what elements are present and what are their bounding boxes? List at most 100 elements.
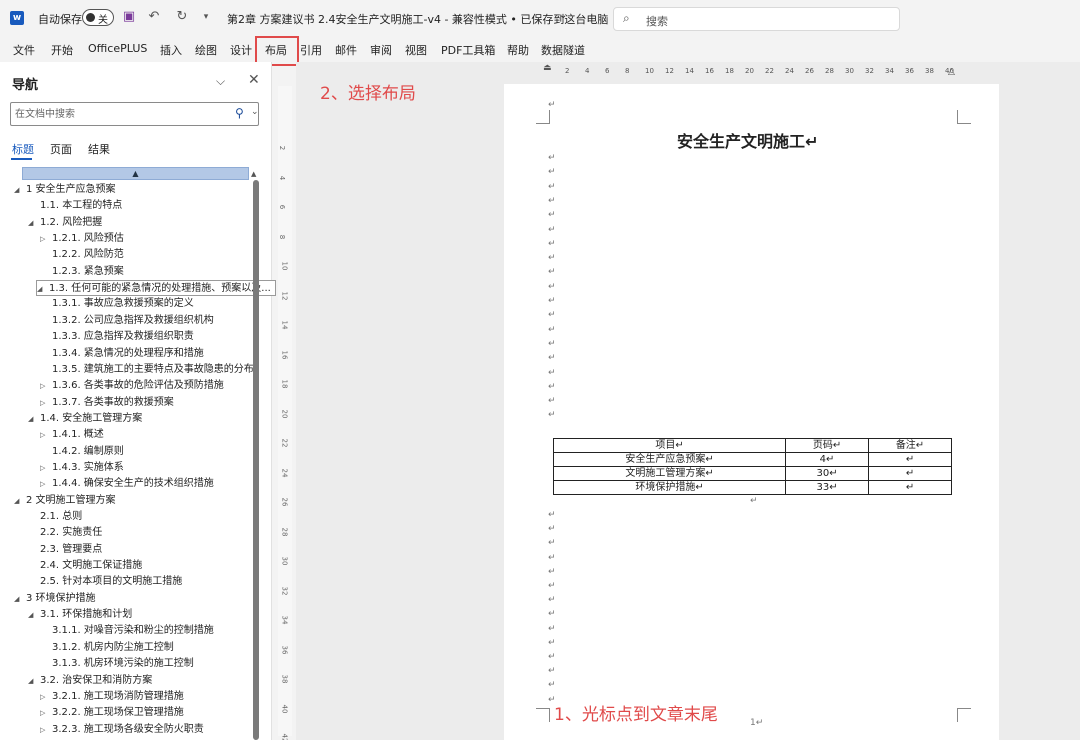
table-cell[interactable]: 环境保护措施↵ <box>552 480 787 495</box>
tab-help[interactable]: 帮助 <box>507 42 529 58</box>
expanded-arrow-icon[interactable]: ◢ <box>37 281 49 297</box>
nav-heading-item[interactable]: ◢ 3.1. 环保措施和计划 <box>28 607 132 623</box>
nav-heading-item[interactable]: ◢ 3 环境保护措施 <box>14 591 96 607</box>
table-cell[interactable]: ↵ <box>868 480 952 495</box>
collapsed-arrow-icon[interactable]: ▷ <box>40 705 52 721</box>
tab-headings[interactable]: 标题 <box>12 141 34 157</box>
document-page[interactable] <box>504 84 999 740</box>
undo-icon[interactable]: ↶ <box>146 9 162 25</box>
redo-icon[interactable]: ↻ <box>174 9 190 25</box>
nav-heading-item[interactable]: ◢ 3.2. 治安保卫和消防方案 <box>28 673 152 689</box>
nav-heading-item[interactable]: 1.2.2. 风险防范 <box>40 247 124 263</box>
collapsed-arrow-icon[interactable]: ▷ <box>40 231 52 247</box>
tab-pdf-toolbox[interactable]: PDF工具箱 <box>441 42 495 58</box>
scroll-up-icon[interactable]: ▲ <box>251 170 256 178</box>
nav-heading-item[interactable]: ▷ 3.2.3. 施工现场各级安全防火职责 <box>40 722 204 738</box>
collapse-headings-button[interactable]: ▲ <box>22 167 249 180</box>
tab-officeplus[interactable]: OfficePLUS <box>88 42 147 55</box>
search-icon[interactable]: ⚲ <box>235 106 244 120</box>
tab-view[interactable]: 视图 <box>405 42 427 58</box>
nav-heading-item[interactable]: 1.2.3. 紧急预案 <box>40 264 124 280</box>
nav-heading-item[interactable]: 1.3.5. 建筑施工的主要特点及事故隐患的分布 <box>40 362 254 378</box>
nav-heading-item[interactable]: 2.2. 实施责任 <box>28 525 102 541</box>
nav-heading-item[interactable]: ▷ 3.2.2. 施工现场保卫管理措施 <box>40 705 184 721</box>
nav-heading-item[interactable]: 1.3.4. 紧急情况的处理程序和措施 <box>40 346 204 362</box>
document-table[interactable]: 项目↵ 页码↵ 备注↵ 安全生产应急预案↵ 4↵ ↵ 文明施工管理方案↵ 30↵… <box>552 438 952 495</box>
collapsed-arrow-icon[interactable]: ▷ <box>40 476 52 492</box>
table-cell[interactable]: 30↵ <box>785 466 870 481</box>
tab-references[interactable]: 引用 <box>300 42 322 58</box>
table-cell[interactable]: 备注↵ <box>868 438 952 453</box>
expanded-arrow-icon[interactable]: ◢ <box>14 493 26 509</box>
chevron-down-icon[interactable]: ⌵ <box>216 74 225 89</box>
nav-heading-item[interactable]: ◢ 1 安全生产应急预案 <box>14 182 116 198</box>
table-cell[interactable]: 安全生产应急预案↵ <box>552 452 787 467</box>
expanded-arrow-icon[interactable]: ◢ <box>28 673 40 689</box>
nav-heading-item[interactable]: ▷ 1.3.6. 各类事故的危险评估及预防措施 <box>40 378 224 394</box>
collapsed-arrow-icon[interactable]: ▷ <box>40 689 52 705</box>
nav-heading-item[interactable]: 2.1. 总则 <box>28 509 82 525</box>
nav-heading-item[interactable]: 3.1.3. 机房环境污染的施工控制 <box>40 656 194 672</box>
tab-file[interactable]: 文件 <box>13 42 35 58</box>
tab-home[interactable]: 开始 <box>51 42 73 58</box>
nav-heading-item[interactable]: 3.1.2. 机房内防尘施工控制 <box>40 640 174 656</box>
expanded-arrow-icon[interactable]: ◢ <box>14 591 26 607</box>
close-icon[interactable]: ✕ <box>248 72 260 88</box>
expanded-arrow-icon[interactable]: ◢ <box>28 215 40 231</box>
autosave-toggle[interactable]: 关 <box>82 9 114 26</box>
nav-heading-item[interactable]: ◢ 1.3. 任何可能的紧急情况的处理措施、预案以及... <box>36 280 276 297</box>
nav-heading-item[interactable]: 2.3. 管理要点 <box>28 542 102 558</box>
nav-heading-item[interactable]: 1.3.2. 公司应急指挥及救援组织机构 <box>40 313 214 329</box>
table-cell[interactable]: 文明施工管理方案↵ <box>552 466 787 481</box>
collapsed-arrow-icon[interactable]: ▷ <box>40 722 52 738</box>
chevron-down-icon[interactable]: ⌄ <box>251 107 259 117</box>
nav-search-input[interactable] <box>15 106 225 122</box>
nav-heading-item[interactable]: ▷ 1.4.1. 概述 <box>40 427 104 443</box>
table-cell[interactable]: 4↵ <box>785 452 870 467</box>
tab-draw[interactable]: 绘图 <box>195 42 217 58</box>
collapsed-arrow-icon[interactable]: ▷ <box>40 427 52 443</box>
table-cell[interactable]: ↵ <box>868 452 952 467</box>
customize-quick-access-icon[interactable]: ▾ <box>198 9 214 25</box>
expanded-arrow-icon[interactable]: ◢ <box>14 182 26 198</box>
nav-heading-item[interactable]: ▷ 1.4.3. 实施体系 <box>40 460 124 476</box>
tab-design[interactable]: 设计 <box>230 42 252 58</box>
table-cell[interactable]: 33↵ <box>785 480 870 495</box>
nav-heading-item[interactable]: ◢ 1.2. 风险把握 <box>28 215 102 231</box>
nav-heading-item[interactable]: ▷ 3.2.1. 施工现场消防管理措施 <box>40 689 184 705</box>
nav-heading-item[interactable]: ▷ 1.4.4. 确保安全生产的技术组织措施 <box>40 476 214 492</box>
tab-review[interactable]: 审阅 <box>370 42 392 58</box>
tab-pages[interactable]: 页面 <box>50 141 72 157</box>
save-icon[interactable]: ▣ <box>121 9 137 25</box>
tab-results[interactable]: 结果 <box>88 141 110 157</box>
tab-mailings[interactable]: 邮件 <box>335 42 357 58</box>
nav-heading-item[interactable]: ▷ 1.3.7. 各类事故的救援预案 <box>40 395 174 411</box>
nav-heading-item[interactable]: 1.3.3. 应急指挥及救援组织职责 <box>40 329 194 345</box>
expanded-arrow-icon[interactable]: ◢ <box>28 411 40 427</box>
document-heading[interactable]: 安全生产文明施工↵ <box>677 128 818 152</box>
collapsed-arrow-icon[interactable]: ▷ <box>40 460 52 476</box>
chevron-down-icon[interactable]: ⌄ <box>559 10 567 21</box>
tab-insert[interactable]: 插入 <box>160 42 182 58</box>
search-box[interactable]: ⌕ 搜索 <box>613 7 900 31</box>
collapsed-arrow-icon[interactable]: ▷ <box>40 395 52 411</box>
nav-heading-item[interactable]: 3.1.1. 对噪音污染和粉尘的控制措施 <box>40 623 214 639</box>
right-indent-marker-icon[interactable]: △ <box>948 67 955 77</box>
nav-heading-item[interactable]: 1.1. 本工程的特点 <box>28 198 122 214</box>
nav-heading-item[interactable]: 2.5. 针对本项目的文明施工措施 <box>28 574 182 590</box>
nav-heading-item[interactable]: ▷ 1.2.1. 风险预估 <box>40 231 124 247</box>
nav-heading-item[interactable]: 1.3.1. 事故应急救援预案的定义 <box>40 296 194 312</box>
tab-data-tunnel[interactable]: 数据隧道 <box>541 42 585 58</box>
table-cell[interactable]: 项目↵ <box>552 438 787 453</box>
table-cell[interactable]: ↵ <box>868 466 952 481</box>
nav-heading-item[interactable]: 2.4. 文明施工保证措施 <box>28 558 142 574</box>
table-cell[interactable]: 页码↵ <box>785 438 870 453</box>
nav-heading-item[interactable]: ◢ 1.4. 安全施工管理方案 <box>28 411 142 427</box>
collapsed-arrow-icon[interactable]: ▷ <box>40 378 52 394</box>
nav-scrollbar[interactable] <box>253 180 259 740</box>
nav-heading-item[interactable]: 1.4.2. 编制原则 <box>40 444 124 460</box>
expanded-arrow-icon[interactable]: ◢ <box>28 607 40 623</box>
nav-heading-item[interactable]: ◢ 2 文明施工管理方案 <box>14 493 116 509</box>
nav-search-box[interactable]: ⚲ ⌄ <box>10 102 259 126</box>
indent-marker-icon[interactable]: ⏏ <box>543 63 552 73</box>
